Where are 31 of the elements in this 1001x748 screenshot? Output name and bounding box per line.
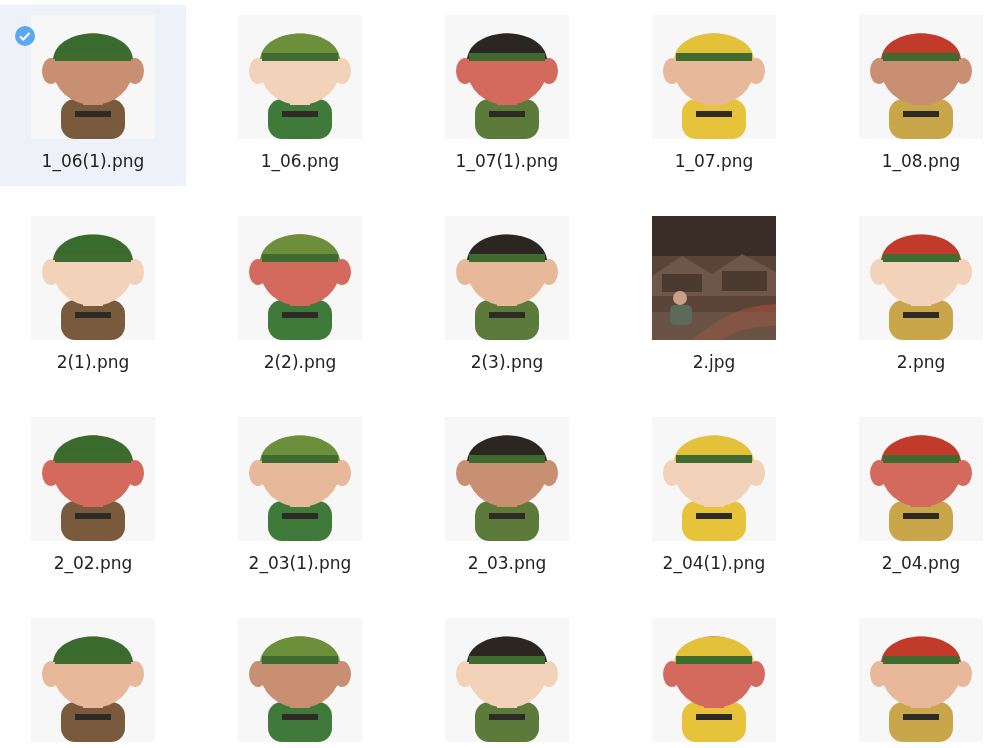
file-item[interactable]: 2_04(1).png bbox=[621, 407, 807, 588]
file-name: 2(1).png bbox=[56, 352, 130, 372]
file-name: 2.png bbox=[896, 352, 946, 372]
file-name: 1_07.png bbox=[674, 151, 754, 171]
file-item[interactable]: 2_03.png bbox=[414, 407, 600, 588]
file-name: 1_06.png bbox=[260, 151, 340, 171]
file-name: 2(2).png bbox=[263, 352, 337, 372]
file-item[interactable]: 1_07.png bbox=[621, 5, 807, 186]
file-name: 2_03(1).png bbox=[248, 553, 352, 573]
file-name: 1_08.png bbox=[881, 151, 961, 171]
file-name: 2_04.png bbox=[881, 553, 961, 573]
file-item[interactable]: 2_04.png bbox=[828, 407, 1001, 588]
file-item[interactable]: 2.jpg bbox=[621, 206, 807, 387]
file-item[interactable]: 2_02.png bbox=[0, 407, 186, 588]
file-item[interactable]: 1_06(1).png bbox=[0, 5, 186, 186]
file-item[interactable]: 1_07(1).png bbox=[414, 5, 600, 186]
file-item[interactable]: 2(3).png bbox=[414, 206, 600, 387]
file-name: 1_06(1).png bbox=[41, 151, 145, 171]
file-name: 2.jpg bbox=[692, 352, 736, 372]
file-name: 2(3).png bbox=[470, 352, 544, 372]
file-name: 1_07(1).png bbox=[455, 151, 559, 171]
file-item[interactable]: 2.png bbox=[828, 206, 1001, 387]
file-item[interactable]: 1_08.png bbox=[828, 5, 1001, 186]
file-name: 2_03.png bbox=[467, 553, 547, 573]
file-item[interactable]: 2_03(1).png bbox=[207, 407, 393, 588]
file-name: 2_02.png bbox=[53, 553, 133, 573]
file-item[interactable]: 2(2).png bbox=[207, 206, 393, 387]
file-name: 2_04(1).png bbox=[662, 553, 766, 573]
file-item[interactable]: 1_06.png bbox=[207, 5, 393, 186]
file-item[interactable]: 2(1).png bbox=[0, 206, 186, 387]
checkmark-icon[interactable] bbox=[15, 26, 35, 46]
